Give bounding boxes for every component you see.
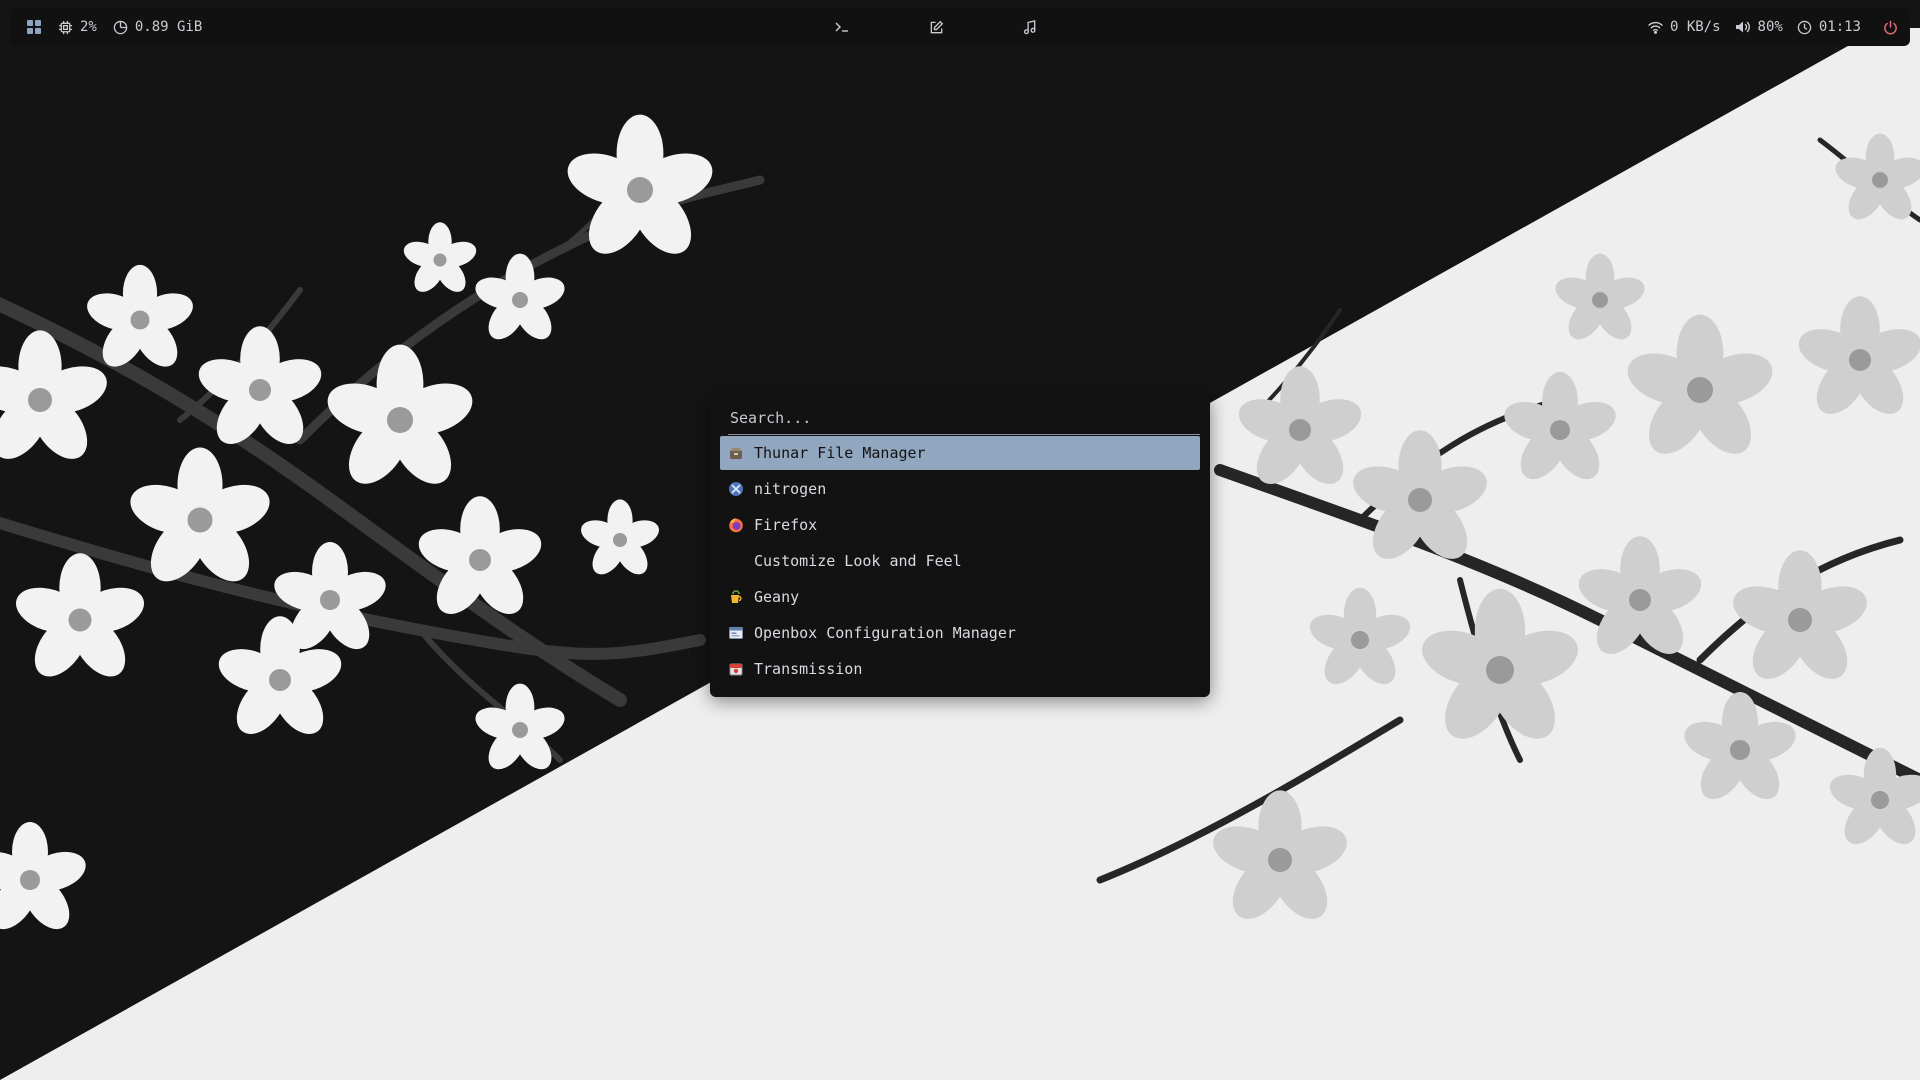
clock-icon	[1797, 20, 1812, 34]
network-module[interactable]: 0 KB/s	[1648, 8, 1721, 46]
top-bar: 2% 0.89 GiB 0 KB/s 80% 01:13	[10, 8, 1910, 46]
app-label: Firefox	[754, 516, 818, 534]
nitrogen-icon	[726, 479, 746, 499]
app-launcher: Thunar File Manager nitrogen Firefox	[710, 394, 1210, 697]
app-list: Thunar File Manager nitrogen Firefox Cus…	[720, 436, 1200, 688]
app-item-firefox[interactable]: Firefox	[720, 508, 1200, 542]
terminal-button[interactable]	[832, 17, 852, 37]
app-label: Thunar File Manager	[754, 444, 926, 462]
bar-right-modules: 0 KB/s 80% 01:13	[1634, 8, 1898, 46]
music-icon	[1023, 19, 1036, 34]
clock-module[interactable]: 01:13	[1797, 8, 1861, 46]
bar-left-modules: 2% 0.89 GiB	[26, 8, 218, 46]
music-button[interactable]	[1020, 17, 1040, 37]
search-input[interactable]	[728, 402, 1200, 434]
thunar-icon	[726, 443, 746, 463]
app-item-transmission[interactable]: Transmission	[720, 652, 1200, 686]
app-label: nitrogen	[754, 480, 827, 498]
app-item-geany[interactable]: Geany	[720, 580, 1200, 614]
volume-icon	[1735, 21, 1750, 33]
app-item-nitrogen[interactable]: nitrogen	[720, 472, 1200, 506]
wifi-icon	[1648, 21, 1663, 34]
app-label: Openbox Configuration Manager	[754, 624, 1016, 642]
network-value: 0 KB/s	[1669, 19, 1721, 35]
cpu-module[interactable]: 2%	[58, 8, 97, 46]
clock-value: 01:13	[1818, 19, 1861, 35]
app-item-customize-look-and-feel[interactable]: Customize Look and Feel	[720, 544, 1200, 578]
edit-icon	[930, 20, 943, 33]
editor-button[interactable]	[926, 17, 946, 37]
memory-module[interactable]: 0.89 GiB	[113, 8, 202, 46]
firefox-icon	[726, 515, 746, 535]
grid-icon	[27, 20, 41, 34]
volume-value: 80%	[1757, 19, 1783, 35]
app-label: Geany	[754, 588, 800, 606]
volume-module[interactable]: 80%	[1735, 8, 1783, 46]
terminal-icon	[835, 22, 848, 32]
workspace-button[interactable]	[26, 8, 42, 46]
app-label: Customize Look and Feel	[754, 552, 962, 570]
memory-icon	[113, 20, 128, 34]
power-icon	[1884, 20, 1897, 34]
search-bar	[728, 402, 1200, 435]
app-label: Transmission	[754, 660, 863, 678]
bar-center-modules	[832, 8, 1040, 46]
transmission-icon	[726, 659, 746, 679]
geany-icon	[726, 587, 746, 607]
app-item-thunar[interactable]: Thunar File Manager	[720, 436, 1200, 470]
cpu-icon	[58, 20, 73, 34]
cpu-value: 2%	[80, 19, 97, 35]
app-item-openbox-configuration-manager[interactable]: Openbox Configuration Manager	[720, 616, 1200, 650]
blank-icon	[726, 551, 746, 571]
power-button[interactable]	[1883, 8, 1898, 46]
obconf-icon	[726, 623, 746, 643]
memory-value: 0.89 GiB	[134, 19, 203, 35]
